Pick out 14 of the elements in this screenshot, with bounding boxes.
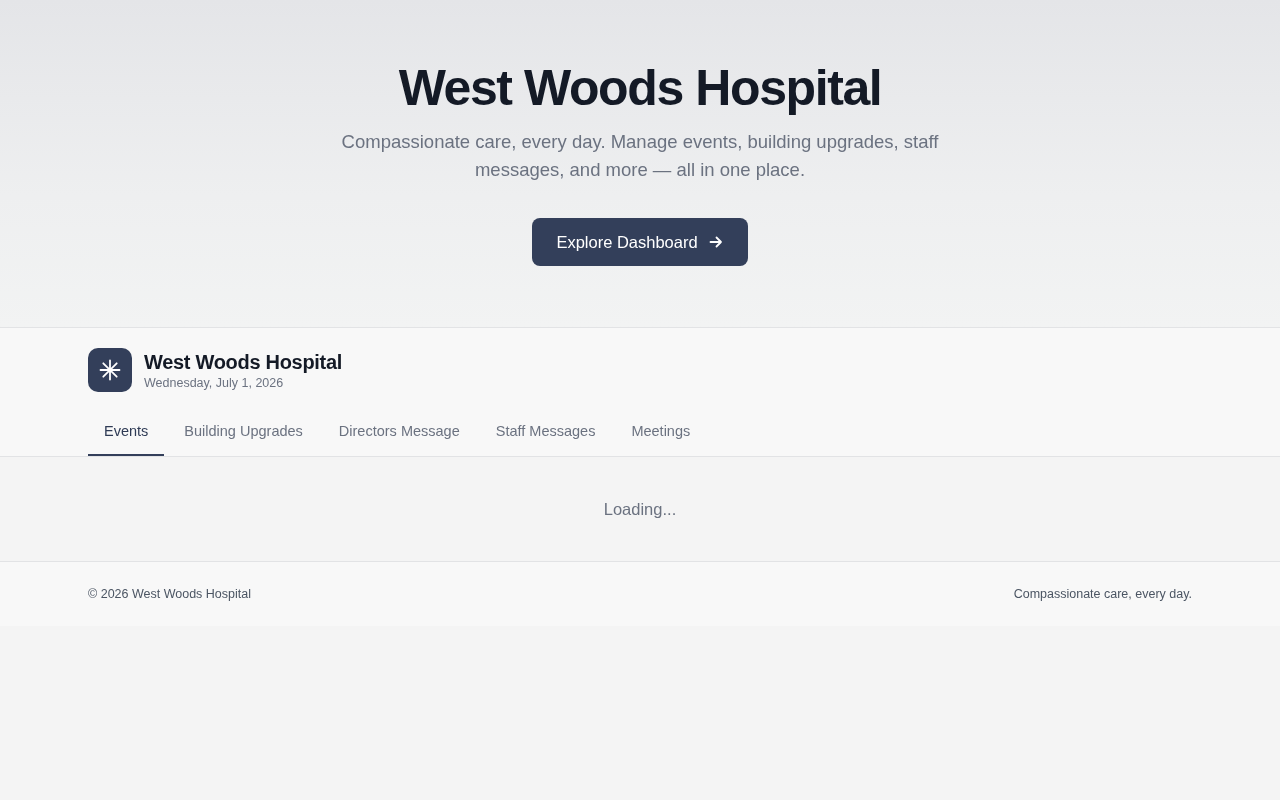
- loading-text: Loading...: [603, 499, 677, 519]
- nav-tab[interactable]: Meetings: [615, 408, 707, 456]
- nav-tab[interactable]: Directors Message: [322, 408, 476, 456]
- site-title: West Woods Hospital: [144, 350, 343, 375]
- asterisk-logo-icon: [88, 348, 132, 392]
- explore-dashboard-button[interactable]: Explore Dashboard: [532, 218, 748, 266]
- copyright-text: © 2026 West Woods Hospital: [88, 587, 251, 601]
- nav-tab[interactable]: Building Upgrades: [168, 408, 319, 456]
- arrow-right-icon: [707, 234, 724, 250]
- current-date: Wednesday, July 1, 2026: [144, 375, 285, 391]
- hero-subtitle: Compassionate care, every day. Manage events, building upgrades, staff messages, and more — all in one place.: [340, 130, 940, 182]
- footer-tagline: Compassionate care, every day.: [1013, 587, 1192, 601]
- nav-tab[interactable]: Staff Messages: [479, 408, 612, 456]
- hero-title: West Woods Hospital: [398, 59, 882, 118]
